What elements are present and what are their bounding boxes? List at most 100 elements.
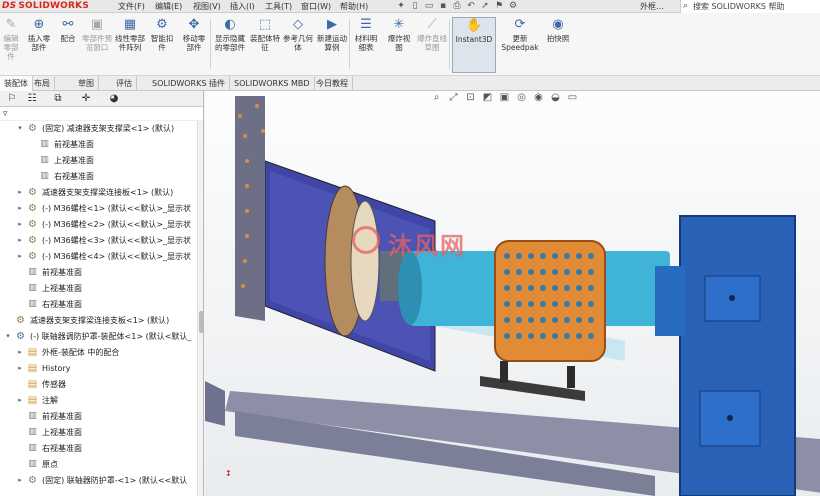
- zoom-to-fit-icon[interactable]: ⤢: [447, 91, 460, 104]
- tab-tutorial[interactable]: 今日教程: [312, 76, 353, 91]
- tab-solidworks-mbd[interactable]: SOLIDWORKS MBD: [230, 76, 315, 91]
- menu-window[interactable]: 窗口(W): [301, 0, 331, 13]
- show-hidden-button[interactable]: ◐ 显示隐藏的零部件: [213, 17, 247, 73]
- section-view-icon[interactable]: ◩: [481, 91, 494, 104]
- expand-arrow-icon[interactable]: ▸: [16, 393, 24, 408]
- tree-item[interactable]: ▸ ▤ 外框-装配体 中的配合: [0, 345, 196, 360]
- move-component-button[interactable]: ✥ 移动零部件: [180, 17, 208, 73]
- instant3d-button[interactable]: ✋ Instant3D: [452, 17, 496, 73]
- scene-icon[interactable]: ◒: [549, 91, 562, 104]
- tree-item[interactable]: ▥ 上视基准面: [0, 281, 196, 296]
- display-style-icon[interactable]: ▣: [498, 91, 511, 104]
- tree-item[interactable]: ▸ ⚙ (-) M36螺栓<4> (默认<<默认>_显示状: [0, 249, 196, 264]
- tree-item[interactable]: ▥ 右视基准面: [0, 169, 196, 184]
- tab-solidworks-addins[interactable]: SOLIDWORKS 插件: [148, 76, 230, 91]
- tree-item[interactable]: ▥ 原点: [0, 457, 196, 472]
- menu-help[interactable]: 帮助(H): [340, 0, 368, 13]
- tree-item[interactable]: ▥ 上视基准面: [0, 425, 196, 440]
- tree-item[interactable]: ▥ 前视基准面: [0, 409, 196, 424]
- exploded-view-icon: ✳: [393, 17, 405, 32]
- asm-icon: ⚙: [16, 331, 25, 342]
- smart-fasteners-button[interactable]: ⚙ 智能扣件: [148, 17, 176, 73]
- property-manager-icon[interactable]: ☷: [22, 92, 42, 106]
- tab-layout[interactable]: 布局: [30, 76, 55, 91]
- expand-arrow-icon[interactable]: ▸: [16, 201, 24, 216]
- select-icon[interactable]: ➚: [479, 1, 491, 12]
- expand-arrow-icon[interactable]: ▸: [16, 345, 24, 360]
- edit-component-button[interactable]: ✎ 编辑零部件: [0, 17, 22, 73]
- expand-arrow-icon[interactable]: ▸: [16, 249, 24, 264]
- tree-scrollbar[interactable]: [197, 121, 203, 496]
- tab-assembly[interactable]: 装配体: [0, 76, 33, 91]
- tree-item[interactable]: ▥ 上视基准面: [0, 153, 196, 168]
- rebuild-icon[interactable]: ⚑: [493, 1, 505, 12]
- tree-filter[interactable]: ▿: [0, 107, 203, 121]
- assembly-features-button[interactable]: ⬚ 装配体特征: [250, 17, 280, 73]
- tree-item[interactable]: ▥ 前视基准面: [0, 137, 196, 152]
- appearance-icon[interactable]: ◉: [532, 91, 545, 104]
- undo-icon[interactable]: ↶: [465, 1, 477, 12]
- collapse-arrow-icon[interactable]: ▾: [16, 121, 24, 136]
- tree-item[interactable]: ▸ ⚙ (-) M36螺栓<1> (默认<<默认>_显示状: [0, 201, 196, 216]
- scrollbar-thumb[interactable]: [199, 311, 203, 333]
- new-motion-study-button[interactable]: ▶ 新建运动算例: [316, 17, 348, 73]
- new-document-icon[interactable]: ▯: [409, 1, 421, 12]
- tree-item[interactable]: ▸ ⚙ 减速器支架支撑梁连接板<1> (默认): [0, 185, 196, 200]
- feature-manager-icon[interactable]: ⚐: [2, 92, 22, 106]
- zoom-area-icon[interactable]: ⊡: [464, 91, 477, 104]
- expand-arrow-icon[interactable]: ▸: [16, 185, 24, 200]
- menu-view[interactable]: 视图(V): [193, 0, 221, 13]
- take-snapshot-button[interactable]: ◉ 拍快照: [543, 17, 573, 73]
- tree-item[interactable]: ⚙ 减速器支架支撑梁连接支板<1> (默认): [0, 313, 196, 328]
- 3d-model-view[interactable]: [205, 91, 820, 496]
- options-icon[interactable]: ⚙: [507, 1, 519, 12]
- graphics-area[interactable]: ⌕ ⤢ ⊡ ◩ ▣ ◎ ◉ ◒ ▭ 沐风网 ↕: [205, 91, 820, 496]
- help-search-input[interactable]: ⌕ 搜索 SOLIDWORKS 帮助: [680, 0, 820, 13]
- update-speedpak-button[interactable]: ⟳ 更新 Speedpak: [500, 17, 540, 73]
- tree-item[interactable]: ▸ ⚙ (固定) 联轴器防护罩-<1> (默认<<默认: [0, 473, 196, 488]
- tree-item[interactable]: ▾ ⚙ (-) 联轴器调防护罩-装配体<1> (默认<默认_: [0, 329, 196, 344]
- exploded-view-button[interactable]: ✳ 爆炸视图: [385, 17, 413, 73]
- tree-item[interactable]: ▸ ▤ 注解: [0, 393, 196, 408]
- tree-item[interactable]: ▥ 右视基准面: [0, 441, 196, 456]
- expand-arrow-icon[interactable]: ▸: [16, 361, 24, 376]
- configuration-manager-icon[interactable]: ⧉: [48, 92, 68, 106]
- explode-line-sketch-button[interactable]: ⟋ 爆炸直线草图: [417, 17, 447, 73]
- tree-item[interactable]: ▾ ⚙ (固定) 减速器支架支撑梁<1> (默认): [0, 121, 196, 136]
- view-orientation-icon[interactable]: ⌕: [430, 91, 443, 104]
- component-preview-button[interactable]: ▣ 零部件预览窗口: [82, 17, 112, 73]
- menu-tools[interactable]: 工具(T): [265, 0, 292, 13]
- tree-item[interactable]: ▸ ⚙ (-) M36螺栓<3> (默认<<默认>_显示状: [0, 233, 196, 248]
- menu-file[interactable]: 文件(F): [118, 0, 145, 13]
- menu-edit[interactable]: 编辑(E): [155, 0, 182, 13]
- hide-show-icon[interactable]: ◎: [515, 91, 528, 104]
- expand-arrow-icon[interactable]: ▸: [16, 473, 24, 488]
- print-icon[interactable]: ⎙: [451, 1, 463, 12]
- tree-item[interactable]: ▸ ⚙ (-) M36螺栓<2> (默认<<默认>_显示状: [0, 217, 196, 232]
- open-icon[interactable]: ▭: [423, 1, 435, 12]
- bill-of-materials-button[interactable]: ☰ 材料明细表: [352, 17, 380, 73]
- tree-item[interactable]: ▤ 传感器: [0, 377, 196, 392]
- pin-icon[interactable]: ✦: [395, 1, 407, 12]
- tree-item[interactable]: ▥ 前视基准面: [0, 265, 196, 280]
- tree-item[interactable]: ▥ 右视基准面: [0, 297, 196, 312]
- linear-pattern-button[interactable]: ▦ 线性零部件阵列: [115, 17, 145, 73]
- insert-component-button[interactable]: ⊕ 插入零部件: [25, 17, 53, 73]
- tab-evaluate[interactable]: 评估: [112, 76, 137, 91]
- display-manager-icon[interactable]: ◕: [104, 92, 124, 106]
- expand-arrow-icon[interactable]: ▸: [16, 217, 24, 232]
- show-hidden-icon: ◐: [224, 17, 236, 32]
- tree-item[interactable]: ▸ ▤ History: [0, 361, 196, 376]
- expand-arrow-icon[interactable]: ▸: [16, 233, 24, 248]
- mate-button[interactable]: ⚯ 配合: [57, 17, 79, 73]
- panel-tab-bar: ⚐ ☷ ⧉ ✛ ◕: [0, 91, 203, 107]
- collapse-arrow-icon[interactable]: ▾: [4, 329, 12, 344]
- tab-sketch[interactable]: 草图: [74, 76, 99, 91]
- dimxpert-icon[interactable]: ✛: [76, 92, 96, 106]
- tree-item-label: 减速器支架支撑梁连接支板<1> (默认): [30, 316, 170, 325]
- monitor-icon[interactable]: ▭: [566, 91, 579, 104]
- reference-geometry-button[interactable]: ◇ 参考几何体: [283, 17, 313, 73]
- save-icon[interactable]: ▪: [437, 1, 449, 12]
- part-icon: ⚙: [28, 251, 37, 262]
- menu-insert[interactable]: 插入(I): [230, 0, 255, 13]
